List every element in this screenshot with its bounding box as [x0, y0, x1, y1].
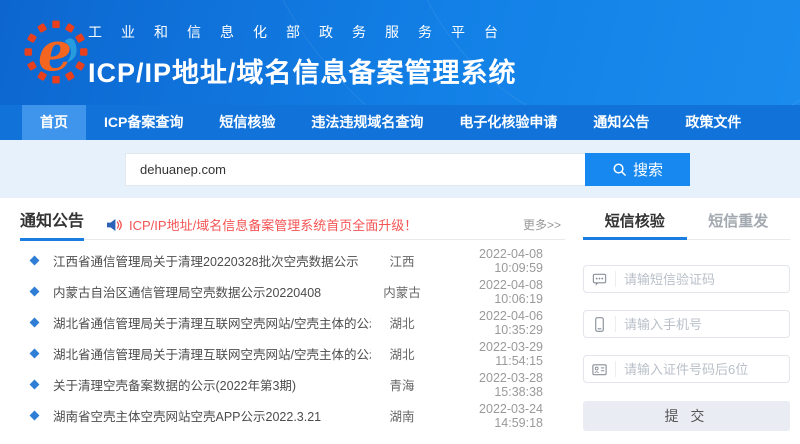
- nav-item-home[interactable]: 首页: [22, 105, 86, 140]
- notice-row-title: 江西省通信管理局关于清理20220328批次空壳数据公示: [53, 255, 359, 269]
- notice-row-title: 湖北省通信管理局关于清理互联网空壳网站/空壳主体的公示: [53, 348, 371, 362]
- search-icon: [613, 163, 626, 176]
- nav-item-policy-docs[interactable]: 政策文件: [667, 105, 759, 140]
- notice-list: 江西省通信管理局关于清理20220328批次空壳数据公示 江西 2022-04-…: [20, 240, 565, 431]
- notice-row-title: 湖南省空壳主体空壳网站空壳APP公示2022.3.21: [53, 410, 322, 424]
- id-number-input[interactable]: [616, 361, 789, 377]
- notice-row-time: 2022-04-08 10:09:59: [479, 246, 543, 275]
- id-card-icon: [584, 361, 616, 377]
- notice-row-province: 内蒙古: [383, 286, 421, 300]
- sms-code-icon: [584, 271, 616, 287]
- notice-row-province: 青海: [389, 379, 415, 393]
- search-button[interactable]: 搜索: [585, 152, 690, 186]
- notices-title: 通知公告: [20, 210, 85, 241]
- nav-item-notices[interactable]: 通知公告: [575, 105, 667, 140]
- sms-code-input[interactable]: [616, 271, 789, 287]
- sms-form: 提 交: [583, 240, 790, 431]
- svg-text:e: e: [38, 20, 72, 83]
- nav-item-illegal-domain-query[interactable]: 违法违规域名查询: [293, 105, 441, 140]
- phone-number-input[interactable]: [616, 316, 789, 332]
- notices-header: 通知公告 ICP/IP地址/域名信息备案管理系统首页全面升级！ 更多>>: [20, 210, 565, 241]
- notice-row-title: 湖北省通信管理局关于清理互联网空壳网站/空壳主体的公示: [53, 317, 371, 331]
- notice-row[interactable]: 江西省通信管理局关于清理20220328批次空壳数据公示 江西 2022-04-…: [20, 245, 565, 276]
- diamond-bullet-icon: [29, 286, 40, 297]
- site-header: e 工业和信息化部政务服务平台 ICP/IP地址/域名信息备案管理系统: [0, 0, 800, 105]
- notice-row[interactable]: 湖北省通信管理局关于清理互联网空壳网站/空壳主体的公示 湖北 2022-04-0…: [20, 307, 565, 338]
- notice-row[interactable]: 关于清理空壳备案数据的公示(2022年第3期) 青海 2022-03-28 15…: [20, 369, 565, 400]
- main-content: 通知公告 ICP/IP地址/域名信息备案管理系统首页全面升级！ 更多>> 江西省…: [0, 198, 800, 431]
- notice-row[interactable]: 内蒙古自治区通信管理局空壳数据公示20220408 内蒙古 2022-04-08…: [20, 276, 565, 307]
- tab-sms-resend[interactable]: 短信重发: [687, 210, 791, 239]
- miit-gear-logo-icon: e: [24, 20, 88, 84]
- notice-row-title: 内蒙古自治区通信管理局空壳数据公示20220408: [53, 286, 322, 300]
- system-title: ICP/IP地址/域名信息备案管理系统: [88, 58, 517, 88]
- more-link[interactable]: 更多>>: [523, 216, 565, 233]
- announcement-bar[interactable]: ICP/IP地址/域名信息备案管理系统首页全面升级！: [106, 215, 417, 234]
- notice-row-province: 湖南: [389, 410, 415, 424]
- notice-row-time: 2022-03-28 15:38:38: [479, 370, 543, 399]
- notice-row-province: 湖北: [389, 317, 415, 331]
- speaker-icon: [107, 218, 122, 231]
- tab-sms-verify[interactable]: 短信核验: [583, 210, 687, 240]
- diamond-bullet-icon: [29, 410, 40, 421]
- id-card-field-wrap: [583, 355, 790, 383]
- submit-button[interactable]: 提 交: [583, 401, 790, 431]
- notice-row-time: 2022-04-08 10:06:19: [479, 277, 543, 306]
- notice-row-title: 关于清理空壳备案数据的公示(2022年第3期): [53, 379, 297, 393]
- notice-row[interactable]: 湖南省空壳主体空壳网站空壳APP公示2022.3.21 湖南 2022-03-2…: [20, 400, 565, 431]
- domain-search-input[interactable]: [125, 152, 585, 186]
- phone-icon: [584, 316, 616, 332]
- phone-field-wrap: [583, 310, 790, 338]
- sms-tabs: 短信核验 短信重发: [583, 210, 790, 240]
- nav-item-e-verification[interactable]: 电子化核验申请: [441, 105, 575, 140]
- announcement-text: ICP/IP地址/域名信息备案管理系统首页全面升级！: [129, 218, 418, 233]
- search-button-label: 搜索: [632, 161, 663, 179]
- sms-verification-panel: 短信核验 短信重发 请输短信验证码 请输入手机号 请输入证件号码后6位 提 交: [583, 210, 790, 431]
- diamond-bullet-icon: [29, 379, 40, 390]
- nav-item-icp-query[interactable]: ICP备案查询: [86, 105, 201, 140]
- search-section: 搜索: [0, 140, 800, 198]
- notices-panel: 通知公告 ICP/IP地址/域名信息备案管理系统首页全面升级！ 更多>> 江西省…: [20, 210, 565, 431]
- diamond-bullet-icon: [29, 317, 40, 328]
- notice-row-province: 江西: [389, 255, 415, 269]
- platform-title: 工业和信息化部政务服务平台: [88, 24, 517, 40]
- diamond-bullet-icon: [29, 348, 40, 359]
- sms-code-field-wrap: [583, 265, 790, 293]
- notice-row-province: 湖北: [389, 348, 415, 362]
- diamond-bullet-icon: [29, 255, 40, 266]
- header-titles: 工业和信息化部政务服务平台 ICP/IP地址/域名信息备案管理系统: [88, 22, 517, 90]
- notice-row-time: 2022-03-29 11:54:15: [479, 339, 543, 368]
- notice-row-time: 2022-04-06 10:35:29: [479, 308, 543, 337]
- notice-row-time: 2022-03-24 14:59:18: [479, 401, 543, 430]
- main-nav: 首页 ICP备案查询 短信核验 违法违规域名查询 电子化核验申请 通知公告 政策…: [0, 105, 800, 140]
- nav-item-sms-verify[interactable]: 短信核验: [201, 105, 293, 140]
- notice-row[interactable]: 湖北省通信管理局关于清理互联网空壳网站/空壳主体的公示 湖北 2022-03-2…: [20, 338, 565, 369]
